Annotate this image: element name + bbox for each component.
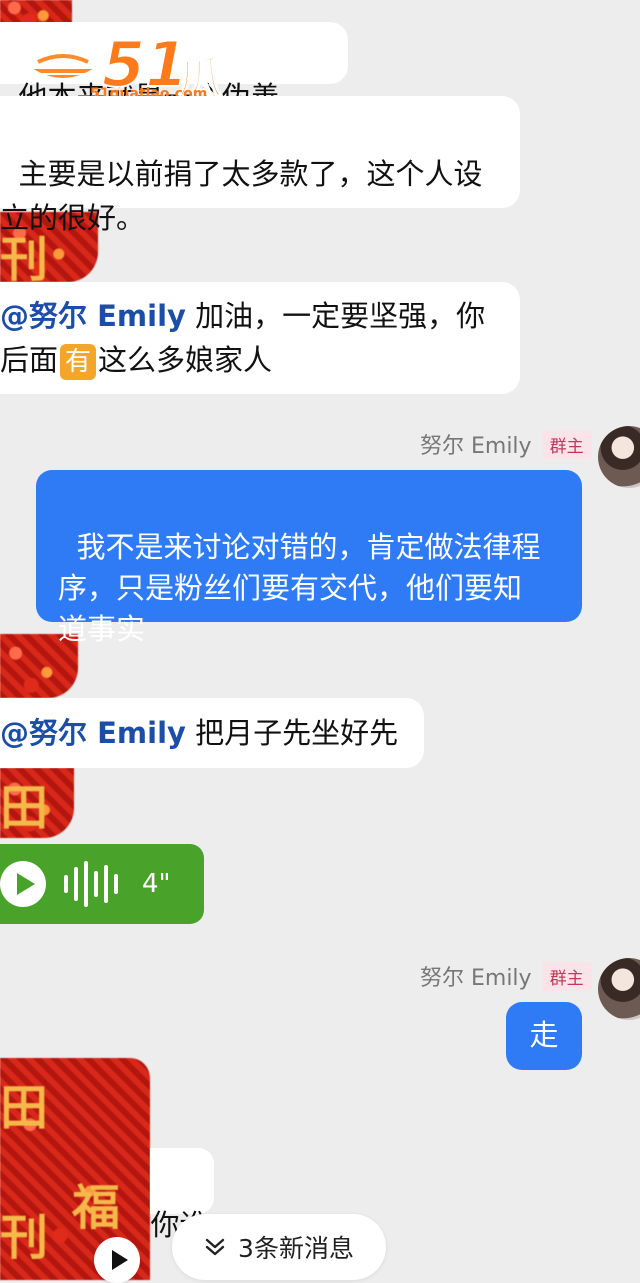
bowl-icon [28, 54, 98, 81]
play-icon[interactable] [0, 861, 46, 907]
voice-message[interactable]: 4" [0, 844, 204, 924]
mention-link[interactable]: @努尔 Emily [0, 716, 186, 750]
sender-avatar-fragment: 田 [0, 768, 74, 838]
new-messages-button[interactable]: 3条新消息 [172, 1214, 386, 1280]
message-text: 把月子先坐好先 [185, 716, 399, 750]
sender-row: 努尔 Emily 群主 [420, 960, 592, 992]
sender-row: 努尔 Emily 群主 [420, 428, 592, 460]
message-bubble[interactable]: @努尔 Emily 把月子先坐好先 [0, 698, 424, 768]
play-icon[interactable] [94, 1237, 140, 1283]
message-text: 我不是来讨论对错的，肯定做法律程 序，只是粉丝们要有交代，他们要知 道事实 [58, 530, 541, 646]
avatar[interactable] [598, 958, 640, 1020]
owner-badge: 群主 [541, 961, 592, 991]
mention-link[interactable]: @努尔 Emily [0, 299, 186, 333]
message-text: 这么多娘家人 [98, 343, 273, 377]
message-bubble[interactable]: @努尔 Emily 加油，一定要坚强，你 后面有这么多娘家人 [0, 282, 520, 394]
message-bubble[interactable]: 走 [506, 1002, 582, 1070]
chevron-down-double-icon [205, 1238, 225, 1256]
avatar[interactable] [598, 426, 640, 488]
voice-duration: 4" [142, 869, 171, 899]
new-messages-label: 3条新消息 [238, 1234, 354, 1263]
owner-badge: 群主 [541, 429, 592, 459]
message-bubble[interactable]: 主要是以前捐了太多款了，这个人设 立的很好。 [0, 96, 520, 235]
message-text: 主要是以前捐了太多款了，这个人设 立的很好。 [0, 157, 483, 235]
sender-name: 努尔 Emily [420, 434, 532, 459]
emoji-you-icon: 有 [60, 344, 97, 380]
message-text: 走 [529, 1018, 559, 1052]
voice-wave-icon [64, 859, 118, 909]
message-bubble[interactable]: 你谁 [150, 1148, 214, 1242]
sender-name: 努尔 Emily [420, 966, 532, 991]
message-bubble[interactable]: 我不是来讨论对错的，肯定做法律程 序，只是粉丝们要有交代，他们要知 道事实 [36, 470, 582, 646]
